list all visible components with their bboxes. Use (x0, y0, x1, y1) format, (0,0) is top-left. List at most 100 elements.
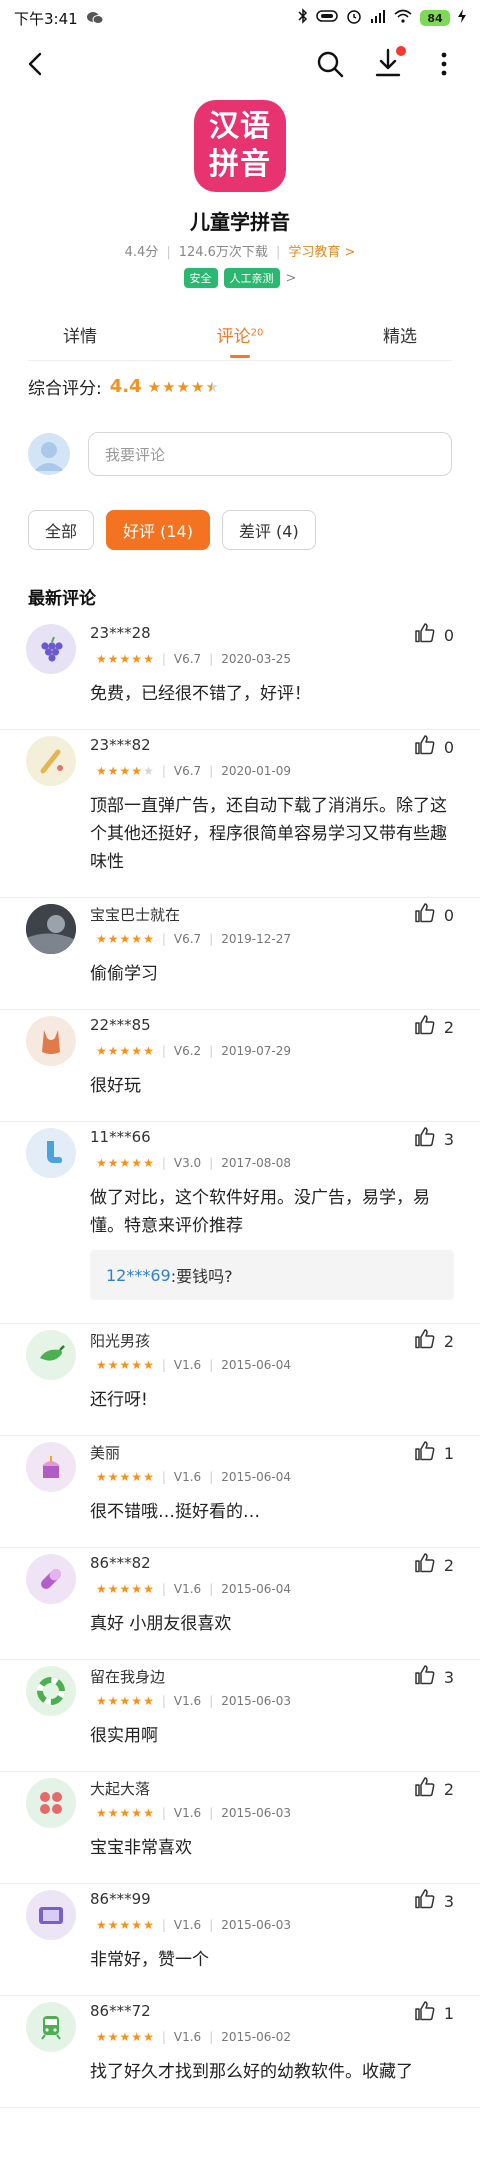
reviewer-avatar (26, 1442, 76, 1492)
star-icon: ★ (96, 1694, 107, 1708)
meta-separator: | (209, 1470, 214, 1484)
manual-test-badge: 人工亲测 (223, 268, 280, 288)
back-button[interactable] (20, 48, 52, 80)
tab-active-indicator (230, 355, 250, 358)
meta-separator: | (161, 1044, 166, 1058)
reviewer-name: 宝宝巴士就在 (90, 906, 181, 924)
like-button[interactable]: 3 (414, 1126, 454, 1152)
star-icon: ★ (131, 764, 143, 778)
meta-separator: | (209, 1582, 214, 1596)
like-button[interactable]: 1 (414, 1440, 454, 1466)
like-button[interactable]: 2 (414, 1776, 454, 1802)
like-button[interactable]: 0 (414, 902, 454, 928)
like-button[interactable]: 0 (414, 734, 454, 760)
reviewer-name: 阳光男孩 (90, 1332, 151, 1350)
search-button[interactable] (314, 48, 346, 80)
review-version: V1.6 (173, 1918, 202, 1932)
reviewer-avatar (26, 904, 76, 954)
tab-label: 评论 (216, 327, 251, 347)
star-icon: ★ (143, 652, 154, 666)
star-icon: ★ (119, 764, 131, 778)
status-bar: 下午3:41 84 (0, 0, 480, 36)
like-button[interactable]: 2 (414, 1552, 454, 1578)
review-item: 23***28 ★ ★ ★ ★ ★ | V6.7 | 2020-03-25 0 免费，已经很不错了，好… (0, 618, 480, 730)
review-filters: 全部 好评 (14) 差评 (4) (28, 510, 316, 550)
section-title: 最新评论 (28, 589, 96, 609)
review-date: 2020-01-09 (221, 764, 291, 778)
star-icon: ★ (107, 1918, 119, 1932)
review-date: 2015-06-03 (221, 1918, 291, 1932)
review-date: 2019-07-29 (221, 1044, 291, 1058)
review-stars: ★ ★ ★ ★ ★ (96, 2030, 154, 2044)
review-version: V6.7 (173, 764, 202, 778)
overall-rating: 综合评分: 4.4 ★ ★ ★ ★ ★ (28, 374, 219, 399)
star-icon: ★ (131, 1156, 143, 1170)
review-version: V6.7 (173, 652, 202, 666)
review-meta: ★ ★ ★ ★ ★ | V6.7 | 2019-12-27 (90, 932, 291, 946)
meta-separator: | (161, 1918, 166, 1932)
reviewer-avatar (26, 2002, 76, 2052)
star-icon: ★ (131, 932, 143, 946)
review-version: V1.6 (173, 1582, 202, 1596)
reviewer-name: 留在我身边 (90, 1668, 166, 1686)
star-icon: ★ (107, 932, 119, 946)
meta-separator: | (161, 1156, 166, 1170)
reviewer-name: 23***28 (90, 624, 151, 642)
review-stars: ★ ★ ★ ★ ★ (96, 764, 154, 778)
like-button[interactable]: 2 (414, 1328, 454, 1354)
like-button[interactable]: 1 (414, 2000, 454, 2026)
star-icon: ★ (131, 1470, 143, 1484)
like-count: 1 (443, 1443, 454, 1463)
tab-details[interactable]: 详情 (0, 314, 160, 358)
download-button[interactable] (372, 46, 406, 80)
review-text: 免费，已经很不错了，好评！ (90, 684, 311, 704)
star-icon: ★ (96, 1156, 107, 1170)
review-meta: ★ ★ ★ ★ ★ | V1.6 | 2015-06-02 (90, 2030, 291, 2044)
star-icon: ★ (143, 1044, 154, 1058)
like-count: 3 (443, 1667, 454, 1687)
filter-all[interactable]: 全部 (28, 510, 95, 550)
app-badges[interactable]: 安全 人工亲测 > (0, 268, 480, 288)
overall-rating-label: 综合评分: (28, 379, 102, 399)
more-button[interactable] (432, 48, 456, 80)
like-button[interactable]: 2 (414, 1014, 454, 1040)
like-button[interactable]: 3 (414, 1888, 454, 1914)
comment-input[interactable]: 我要评论 (88, 432, 452, 476)
review-text: 真好 小朋友很喜欢 (90, 1614, 232, 1634)
like-count: 0 (443, 905, 454, 925)
divider (28, 360, 452, 361)
reply-box[interactable]: 12***69:要钱吗? (90, 1250, 454, 1300)
app-icon-line2: 拼音 (209, 147, 271, 182)
star-icon: ★ (131, 1694, 143, 1708)
review-date: 2020-03-25 (221, 652, 291, 666)
star-icon: ★ (96, 1582, 107, 1596)
review-meta: ★ ★ ★ ★ ★ | V1.6 | 2015-06-03 (90, 1694, 291, 1708)
review-date: 2015-06-03 (221, 1806, 291, 1820)
app-category-link[interactable]: 学习教育 > (288, 245, 355, 260)
app-icon: 汉语 拼音 (194, 100, 286, 192)
review-list: 23***28 ★ ★ ★ ★ ★ | V6.7 | 2020-03-25 0 免费，已经很不错了，好… (0, 618, 480, 2108)
like-button[interactable]: 0 (414, 622, 454, 648)
battery-icon: 84 (420, 10, 450, 26)
review-item: 宝宝巴士就在 ★ ★ ★ ★ ★ | V6.7 | 2019-12-27 0 偷偷学习 (0, 898, 480, 1010)
tab-featured[interactable]: 精选 (320, 314, 480, 358)
default-avatar-icon (28, 433, 70, 475)
meta-separator: | (166, 245, 171, 260)
reviewer-avatar (26, 736, 76, 786)
review-item: 阳光男孩 ★ ★ ★ ★ ★ | V1.6 | 2015-06-04 2 还行呀! (0, 1324, 480, 1436)
reviewer-avatar (26, 1890, 76, 1940)
filter-positive[interactable]: 好评 (14) (106, 510, 210, 550)
review-version: V1.6 (173, 1358, 202, 1372)
app-meta: 4.4分 | 124.6万次下载 | 学习教育 > (0, 241, 480, 260)
review-stars: ★ ★ ★ ★ ★ (96, 1156, 154, 1170)
review-version: V1.6 (173, 1694, 202, 1708)
meta-separator: | (209, 764, 214, 778)
review-meta: ★ ★ ★ ★ ★ | V1.6 | 2015-06-03 (90, 1806, 291, 1820)
filter-negative[interactable]: 差评 (4) (221, 510, 316, 550)
like-button[interactable]: 3 (414, 1664, 454, 1690)
reply-author[interactable]: 12***69 (106, 1266, 171, 1285)
tab-reviews[interactable]: 评论20 (160, 314, 320, 358)
reviewer-name: 美丽 (90, 1444, 121, 1462)
star-icon: ★ (107, 1694, 119, 1708)
star-icon: ★ (131, 1918, 143, 1932)
